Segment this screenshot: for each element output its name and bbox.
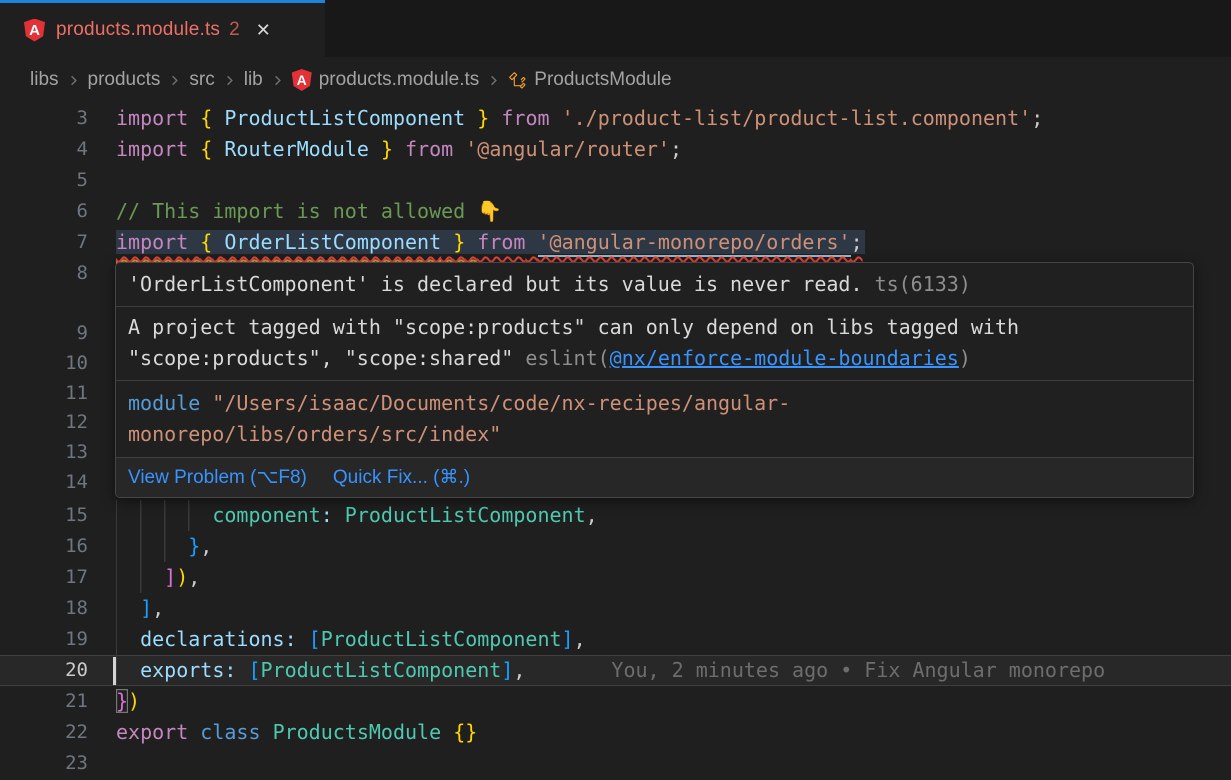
code-line[interactable]: // This import is not allowed 👇 — [0, 196, 1231, 227]
chevron-right-icon — [222, 73, 237, 88]
line-number[interactable]: 10 — [0, 348, 88, 379]
class-symbol-icon — [508, 71, 527, 90]
chevron-right-icon — [486, 73, 501, 88]
breadcrumb-item[interactable]: products — [88, 69, 161, 91]
chevron-right-icon — [270, 73, 285, 88]
breadcrumb: libs products src lib Aproducts.module.ts Pro… — [0, 57, 1231, 103]
angular-icon: A — [24, 19, 45, 42]
module-path-info: module "/Users/isaac/Documents/code/nx-r… — [116, 380, 1193, 457]
line-number[interactable]: 12 — [0, 407, 88, 438]
line-number[interactable]: 14 — [0, 467, 88, 498]
chevron-right-icon — [167, 73, 182, 88]
close-icon[interactable]: ✕ — [256, 20, 271, 41]
code-line[interactable]: ], — [0, 593, 1231, 624]
code-line[interactable]: exports: [ProductListComponent],You, 2 m… — [0, 655, 1231, 686]
breadcrumb-item[interactable]: lib — [244, 69, 263, 91]
tab-problem-badge: 2 — [229, 19, 240, 41]
code-line[interactable]: import { OrderListComponent } from '@ang… — [0, 227, 1231, 258]
eslint-rule-link[interactable]: @nx/enforce-module-boundaries — [610, 346, 959, 370]
code-line[interactable]: export class ProductsModule {} — [0, 717, 1231, 748]
line-number[interactable]: 23 — [0, 748, 88, 779]
hover-status-bar: View Problem (⌥F8) Quick Fix... (⌘.) — [116, 457, 1193, 497]
tab-bar: A products.module.ts 2 ✕ — [0, 0, 1231, 58]
code-line[interactable]: ]), — [0, 562, 1231, 593]
hover-popup: 'OrderListComponent' is declared but its… — [115, 262, 1194, 498]
eslint-error-message: A project tagged with "scope:products" c… — [116, 306, 1193, 380]
breadcrumb-file[interactable]: Aproducts.module.ts — [292, 69, 480, 91]
angular-icon: A — [292, 69, 312, 91]
ts-error-code: ts(6133) — [875, 272, 971, 296]
view-problem-action[interactable]: View Problem (⌥F8) — [128, 462, 307, 493]
code-line[interactable]: declarations: [ProductListComponent], — [0, 624, 1231, 655]
code-line[interactable]: component: ProductListComponent, — [0, 500, 1231, 531]
line-number[interactable]: 13 — [0, 437, 88, 468]
breadcrumb-item[interactable]: libs — [30, 69, 59, 91]
code-line[interactable]: import { ProductListComponent } from './… — [0, 103, 1231, 134]
breadcrumb-item[interactable]: src — [189, 69, 214, 91]
code-line[interactable]: import { RouterModule } from '@angular/r… — [0, 134, 1231, 165]
line-number[interactable]: 11 — [0, 378, 88, 409]
git-blame-annotation: You, 2 minutes ago • Fix Angular monorep… — [611, 658, 1105, 682]
chevron-right-icon — [66, 73, 81, 88]
error-highlighted-statement: import { OrderListComponent } from '@ang… — [116, 230, 865, 254]
tab-title: products.module.ts — [56, 19, 220, 41]
quick-fix-action[interactable]: Quick Fix... (⌘.) — [333, 462, 470, 493]
text-cursor — [113, 657, 116, 685]
line-number[interactable]: 9 — [0, 318, 88, 349]
code-line[interactable]: }) — [0, 686, 1231, 717]
tab-products-module[interactable]: A products.module.ts 2 ✕ — [0, 0, 325, 57]
line-number[interactable]: 5 — [0, 165, 88, 196]
code-line[interactable]: }, — [0, 531, 1231, 562]
ts-error-message: 'OrderListComponent' is declared but its… — [116, 263, 1193, 306]
line-number[interactable]: 8 — [0, 258, 88, 289]
breadcrumb-symbol[interactable]: ProductsModule — [508, 69, 671, 91]
vscode-window: A products.module.ts 2 ✕ libs products src… — [0, 0, 1231, 780]
